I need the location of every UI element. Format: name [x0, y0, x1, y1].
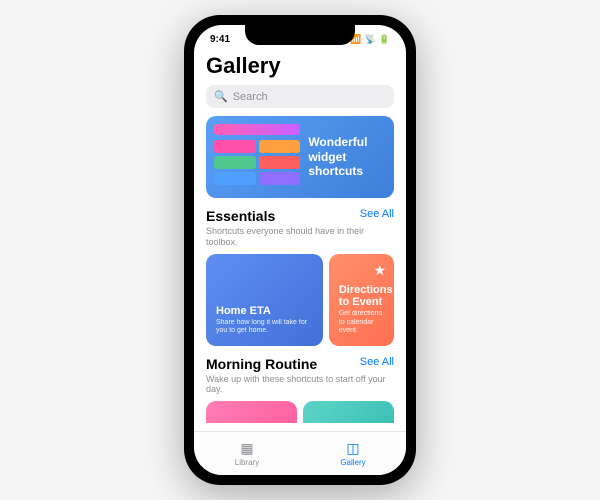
tab-bar: ▦ Library ◫ Gallery	[194, 431, 406, 475]
status-time: 9:41	[210, 34, 230, 45]
section-subtitle: Shortcuts everyone should have in their …	[206, 226, 394, 248]
morning-card[interactable]	[206, 401, 297, 423]
gallery-icon: ◫	[346, 440, 359, 457]
section-subtitle: Wake up with these shortcuts to start of…	[206, 374, 394, 396]
card-desc: Share how long it will take for you to g…	[216, 319, 313, 336]
status-indicators: 📶 📡 🔋	[350, 34, 390, 45]
card-title: Directions to Event	[339, 284, 384, 308]
search-input[interactable]: 🔍 Search	[206, 85, 394, 108]
section-title: Morning Routine	[206, 356, 317, 372]
tab-gallery[interactable]: ◫ Gallery	[300, 432, 406, 475]
mini-widget	[259, 156, 301, 169]
home-eta-card[interactable]: Home ETA Share how long it will take for…	[206, 254, 323, 346]
page-title: Gallery	[206, 53, 394, 79]
notch	[245, 25, 355, 45]
essentials-cards: Home ETA Share how long it will take for…	[206, 254, 394, 346]
section-title: Essentials	[206, 208, 275, 224]
tab-label: Gallery	[340, 458, 365, 467]
section-header-essentials: Essentials See All	[206, 208, 394, 224]
screen: 9:41 📶 📡 🔋 Gallery 🔍 Search	[194, 25, 406, 475]
content-area: Gallery 🔍 Search	[194, 49, 406, 431]
section-header-morning: Morning Routine See All	[206, 356, 394, 372]
phone-frame: 9:41 📶 📡 🔋 Gallery 🔍 Search	[184, 15, 416, 485]
morning-card[interactable]	[303, 401, 394, 423]
featured-card[interactable]: Wonderful widget shortcuts	[206, 116, 394, 198]
directions-card[interactable]: ★ Directions to Event Get directions to …	[329, 254, 394, 346]
mini-widget	[214, 156, 256, 169]
tab-library[interactable]: ▦ Library	[194, 432, 300, 475]
mini-header	[214, 124, 300, 135]
see-all-link[interactable]: See All	[360, 356, 394, 368]
star-icon: ★	[373, 262, 386, 279]
featured-preview	[214, 124, 300, 190]
see-all-link[interactable]: See All	[360, 208, 394, 220]
mini-widget	[214, 172, 256, 185]
mini-widget	[259, 140, 301, 153]
search-placeholder: Search	[233, 91, 268, 103]
morning-cards	[206, 401, 394, 423]
card-title: Home ETA	[216, 305, 313, 317]
battery-icon: 🔋	[379, 34, 390, 45]
search-icon: 🔍	[214, 90, 228, 103]
tab-label: Library	[235, 458, 259, 467]
mini-widget	[214, 140, 256, 153]
grid-icon: ▦	[240, 440, 253, 457]
card-desc: Get directions to calendar event.	[339, 310, 384, 335]
featured-title: Wonderful widget shortcuts	[308, 124, 386, 190]
wifi-icon: 📡	[365, 34, 376, 45]
mini-widget	[259, 172, 301, 185]
